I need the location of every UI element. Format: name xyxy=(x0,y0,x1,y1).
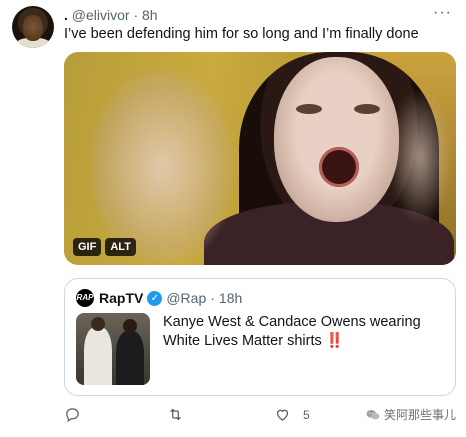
display-name[interactable]: . xyxy=(64,7,68,23)
retweet-icon xyxy=(170,408,181,421)
more-options-icon[interactable]: ··· xyxy=(433,4,452,22)
quoted-text-body: Kanye West & Candace Owens wearing White… xyxy=(163,314,421,349)
media-figure-mouth xyxy=(319,147,359,187)
media-figure-hand xyxy=(92,72,232,262)
like-button[interactable]: 5 xyxy=(274,406,310,423)
quoted-text: Kanye West & Candace Owens wearing White… xyxy=(163,313,448,351)
verified-badge-icon: ✓ xyxy=(147,291,163,306)
media-figure-eye xyxy=(296,104,322,114)
quoted-timestamp: 18h xyxy=(218,290,243,306)
media-figure-eye xyxy=(354,104,380,114)
quoted-handle: @Rap xyxy=(166,290,207,306)
quoted-display-name: RapTV xyxy=(99,290,144,306)
quoted-avatar: RAP xyxy=(76,289,94,307)
alt-badge[interactable]: ALT xyxy=(105,238,136,256)
gif-badge: GIF xyxy=(73,238,102,256)
reply-button[interactable] xyxy=(64,406,81,423)
quoted-thumbnail xyxy=(76,313,150,385)
retweet-button[interactable] xyxy=(167,406,184,423)
gif-media[interactable]: GIF ALT xyxy=(64,52,456,265)
watermark-text: 笑阿那些事儿 xyxy=(383,408,456,422)
thumbnail-person xyxy=(84,327,112,385)
like-count: 5 xyxy=(303,407,310,422)
heart-icon xyxy=(276,409,289,421)
avatar[interactable] xyxy=(12,6,54,48)
media-figure-hand xyxy=(390,92,450,222)
quoted-tweet[interactable]: RAP RapTV ✓ @Rap · 18h Kanye West & Cand… xyxy=(64,278,456,396)
quoted-header: RapTV ✓ @Rap · 18h xyxy=(99,290,242,307)
thumbnail-person-head xyxy=(91,317,105,331)
watermark: 笑阿那些事儿 xyxy=(366,406,456,423)
tweet-header: . @elivivor · 8h xyxy=(64,6,158,24)
reply-icon xyxy=(66,408,79,423)
media-badges: GIF ALT xyxy=(73,238,136,256)
thumbnail-person-head xyxy=(123,319,137,333)
media-figure-face xyxy=(274,57,399,222)
quoted-separator: · xyxy=(210,290,215,306)
timestamp[interactable]: 8h xyxy=(142,7,158,23)
wechat-icon xyxy=(366,409,380,419)
double-exclamation-icon: ‼️ xyxy=(325,333,344,349)
handle[interactable]: @elivivor xyxy=(72,7,130,23)
avatar-face xyxy=(23,15,43,41)
thumbnail-person xyxy=(116,331,144,385)
separator: · xyxy=(133,7,139,23)
tweet-text: I’ve been defending him for so long and … xyxy=(64,26,419,42)
